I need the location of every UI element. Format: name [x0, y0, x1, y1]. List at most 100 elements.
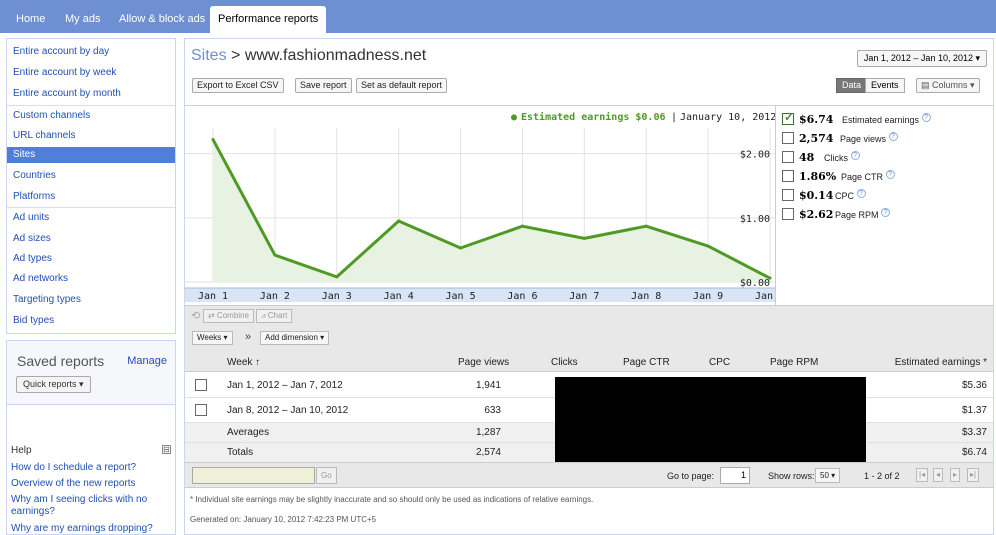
tab-performance-reports[interactable]: Performance reports — [210, 6, 327, 33]
data-view-toggle[interactable]: Data — [836, 78, 868, 93]
metric-value: $2.62 — [799, 208, 834, 221]
totals-label: Totals — [227, 447, 254, 458]
save-report-button[interactable]: Save report — [295, 78, 352, 93]
sidebar-item-sites[interactable]: Sites — [7, 147, 175, 163]
show-rows-label: Show rows: — [768, 471, 815, 481]
cell-earnings: $1.37 — [961, 405, 987, 416]
sidebar-item-ad-types[interactable]: Ad types — [13, 251, 52, 267]
averages-page-views: 1,287 — [475, 427, 501, 438]
sidebar-item-account-by-month[interactable]: Entire account by month — [13, 86, 121, 102]
generated-timestamp: Generated on: January 10, 2012 7:42:23 P… — [190, 515, 377, 524]
rows-per-page-dropdown[interactable]: 50 ▾ — [815, 468, 841, 483]
export-csv-button[interactable]: Export to Excel CSV — [192, 78, 284, 93]
events-view-toggle[interactable]: Events — [865, 78, 905, 93]
help-link-overview[interactable]: Overview of the new reports — [11, 478, 171, 490]
chart-button[interactable]: ⩘ Chart — [256, 309, 293, 323]
earnings-chart: Jan 1 Jan 2 Jan 3 Jan 4 Jan 5 Jan 6 Jan 7 Jan 8… — [185, 105, 776, 305]
help-link-earnings-dropping[interactable]: Why are my earnings dropping? — [11, 523, 171, 535]
metric-label: CPC ? — [835, 189, 866, 204]
help-icon[interactable]: ? — [850, 151, 860, 160]
x-tick-label: Jan 9 — [693, 291, 723, 302]
metric-checkbox[interactable] — [782, 110, 794, 125]
sidebar-item-targeting-types[interactable]: Targeting types — [13, 292, 81, 308]
column-header-page-views[interactable]: Page views — [458, 357, 509, 368]
data-point — [335, 275, 339, 279]
data-point — [520, 224, 524, 228]
row-checkbox[interactable] — [195, 379, 207, 391]
sidebar-item-ad-units[interactable]: Ad units — [13, 210, 49, 226]
dimension-arrow-icon: » — [245, 331, 252, 343]
y-tick-label: $0.00 — [740, 278, 770, 289]
last-page-icon[interactable]: ▸| — [967, 468, 980, 482]
sidebar-item-platforms[interactable]: Platforms — [13, 189, 55, 205]
columns-button[interactable]: ▤ Columns ▾ — [916, 78, 980, 93]
report-panel: Sites > www.fashionmadness.net Jan 1, 20… — [184, 38, 994, 535]
sidebar-item-account-by-day[interactable]: Entire account by day — [13, 44, 109, 60]
sidebar-item-account-by-week[interactable]: Entire account by week — [13, 65, 116, 81]
tab-allow-block-ads[interactable]: Allow & block ads — [111, 7, 213, 31]
collapse-icon[interactable]: ⊟ — [162, 445, 171, 454]
metric-checkbox[interactable] — [782, 151, 794, 163]
help-link-clicks-no-earnings[interactable]: Why am I seeing clicks with no earnings? — [11, 494, 171, 518]
sidebar-item-ad-networks[interactable]: Ad networks — [13, 271, 68, 287]
tab-my-ads[interactable]: My ads — [57, 7, 108, 31]
sidebar-item-url-channels[interactable]: URL channels — [13, 128, 75, 144]
tooltip-marker-icon: ● — [511, 112, 517, 123]
data-point — [397, 219, 401, 223]
help-icon[interactable]: ? — [856, 189, 866, 198]
table-toolbar: ⟲ ⇄ Combine ⩘ Chart Weeks ▾ » Add dimens… — [185, 305, 993, 352]
metric-checkbox[interactable] — [782, 208, 794, 220]
help-title: Help — [11, 445, 32, 456]
refresh-icon[interactable]: ⟲ — [191, 309, 200, 322]
column-header-week[interactable]: Week ↑ — [227, 357, 260, 368]
go-to-page-label: Go to page: — [667, 471, 715, 481]
metric-value: 1.86% — [799, 170, 837, 183]
sidebar-item-custom-channels[interactable]: Custom channels — [13, 108, 90, 124]
filter-input[interactable] — [192, 467, 315, 484]
page-number-input[interactable]: 1 — [720, 467, 750, 484]
set-default-report-button[interactable]: Set as default report — [356, 78, 448, 93]
next-page-icon[interactable]: ▸ — [950, 468, 961, 482]
metric-selector: $6.74 Estimated earnings ? 2,574 Page views… — [775, 105, 993, 305]
metric-value: $0.14 — [799, 189, 834, 202]
column-header-page-rpm[interactable]: Page RPM — [770, 357, 818, 368]
metric-checkbox[interactable] — [782, 170, 794, 182]
help-icon[interactable]: ? — [921, 113, 931, 122]
help-icon[interactable]: ? — [885, 170, 895, 179]
y-tick-label: $2.00 — [740, 150, 770, 161]
x-tick-label: Jan 2 — [260, 291, 290, 302]
column-header-clicks[interactable]: Clicks — [551, 357, 578, 368]
prev-page-icon[interactable]: ◂ — [933, 468, 944, 482]
tab-home[interactable]: Home — [8, 7, 53, 31]
averages-earnings: $3.37 — [961, 427, 987, 438]
page-range: 1 - 2 of 2 — [864, 471, 900, 481]
quick-reports-dropdown[interactable]: Quick reports ▾ — [16, 376, 91, 393]
sidebar-item-ad-sizes[interactable]: Ad sizes — [13, 231, 51, 247]
manage-link[interactable]: Manage — [127, 355, 167, 367]
combine-button[interactable]: ⇄ Combine — [203, 309, 254, 323]
saved-reports-title: Saved reports — [17, 353, 105, 369]
breadcrumb-sites[interactable]: Sites — [191, 47, 227, 64]
metric-label: Estimated earnings ? — [842, 113, 931, 128]
first-page-icon[interactable]: |◂ — [916, 468, 929, 482]
weeks-dropdown[interactable]: Weeks ▾ — [192, 331, 233, 345]
row-checkbox[interactable] — [195, 404, 207, 416]
sidebar-item-bid-types[interactable]: Bid types — [13, 313, 54, 329]
saved-reports-panel: Saved reports Manage Quick reports ▾ — [6, 340, 176, 405]
help-icon[interactable]: ? — [888, 132, 898, 141]
column-header-page-ctr[interactable]: Page CTR — [623, 357, 670, 368]
column-header-cpc[interactable]: CPC — [709, 357, 730, 368]
date-range-picker[interactable]: Jan 1, 2012 – Jan 10, 2012 ▾ — [856, 50, 987, 67]
add-dimension-dropdown[interactable]: Add dimension ▾ — [260, 331, 330, 345]
metric-checkbox[interactable] — [782, 189, 794, 201]
column-header-estimated-earnings[interactable]: Estimated earnings * — [895, 357, 987, 368]
data-point — [273, 253, 277, 257]
metric-checkbox[interactable] — [782, 132, 794, 144]
help-icon[interactable]: ? — [881, 208, 891, 217]
cell-earnings: $5.36 — [961, 380, 987, 391]
help-link-schedule[interactable]: How do I schedule a report? — [11, 462, 171, 474]
sidebar-item-countries[interactable]: Countries — [13, 168, 56, 184]
metric-value: 2,574 — [799, 132, 834, 145]
x-tick-label: Jan 4 — [384, 291, 414, 302]
go-button[interactable]: Go — [316, 467, 337, 484]
